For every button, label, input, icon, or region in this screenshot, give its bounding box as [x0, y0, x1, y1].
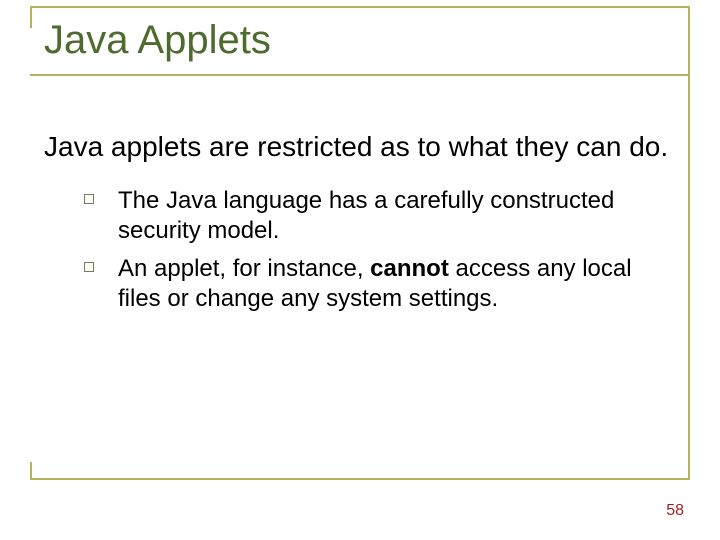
slide: Java Applets Java applets are restricted… [0, 0, 720, 540]
page-number: 58 [666, 502, 684, 520]
bullet-list: The Java language has a carefully constr… [44, 186, 670, 314]
list-item-prefix: An applet, for instance, [118, 255, 370, 282]
list-item: An applet, for instance, cannot access a… [84, 254, 670, 314]
list-item: The Java language has a carefully constr… [84, 186, 670, 246]
square-bullet-icon [84, 262, 94, 272]
list-item-bold: cannot [370, 255, 449, 282]
slide-title: Java Applets [44, 18, 271, 63]
lead-text: Java applets are restricted as to what t… [44, 130, 670, 164]
title-underline [30, 74, 690, 76]
slide-body: Java applets are restricted as to what t… [44, 130, 670, 322]
square-bullet-icon [84, 194, 94, 204]
list-item-text: The Java language has a carefully constr… [118, 187, 614, 244]
list-item-text: An applet, for instance, cannot access a… [118, 255, 632, 312]
